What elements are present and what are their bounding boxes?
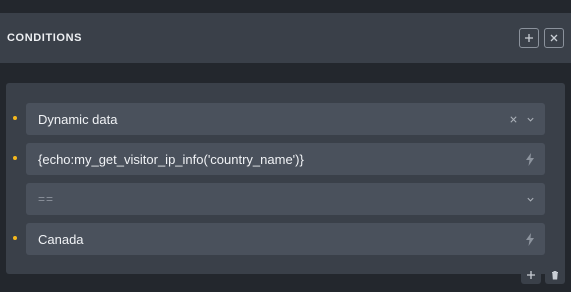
header-actions [519,28,564,48]
value-input[interactable]: Canada [26,223,545,255]
required-indicator [13,156,17,160]
panel-title: CONDITIONS [7,32,83,44]
dynamic-tag-input[interactable]: {echo:my_get_visitor_ip_info('country_na… [26,143,545,175]
condition-actions [521,266,565,284]
bolt-icon[interactable] [525,152,535,166]
required-indicator [13,236,17,240]
delete-row-button[interactable] [545,266,565,284]
key-select[interactable]: Dynamic data [26,103,545,135]
dynamic-tag-value: {echo:my_get_visitor_ip_info('country_na… [38,151,304,167]
plus-icon [525,34,533,42]
add-condition-button[interactable] [519,28,539,48]
close-icon[interactable] [509,115,518,124]
trash-icon [552,271,558,280]
condition-group: Dynamic data {echo:my_get_visitor_ip_inf… [6,83,565,274]
conditions-header: CONDITIONS [0,13,571,63]
required-indicator [13,116,17,120]
plus-icon [527,271,535,279]
close-button[interactable] [544,28,564,48]
close-icon [550,34,558,42]
chevron-down-icon [527,117,534,122]
top-strip [0,0,571,13]
chevron-down-icon [527,197,534,202]
key-select-value: Dynamic data [38,111,118,127]
bolt-icon[interactable] [525,232,535,246]
compare-select[interactable]: == [26,183,545,215]
compare-placeholder: == [38,192,55,206]
spacer [0,63,571,83]
add-row-button[interactable] [521,266,541,284]
value-field-text: Canada [38,231,84,247]
